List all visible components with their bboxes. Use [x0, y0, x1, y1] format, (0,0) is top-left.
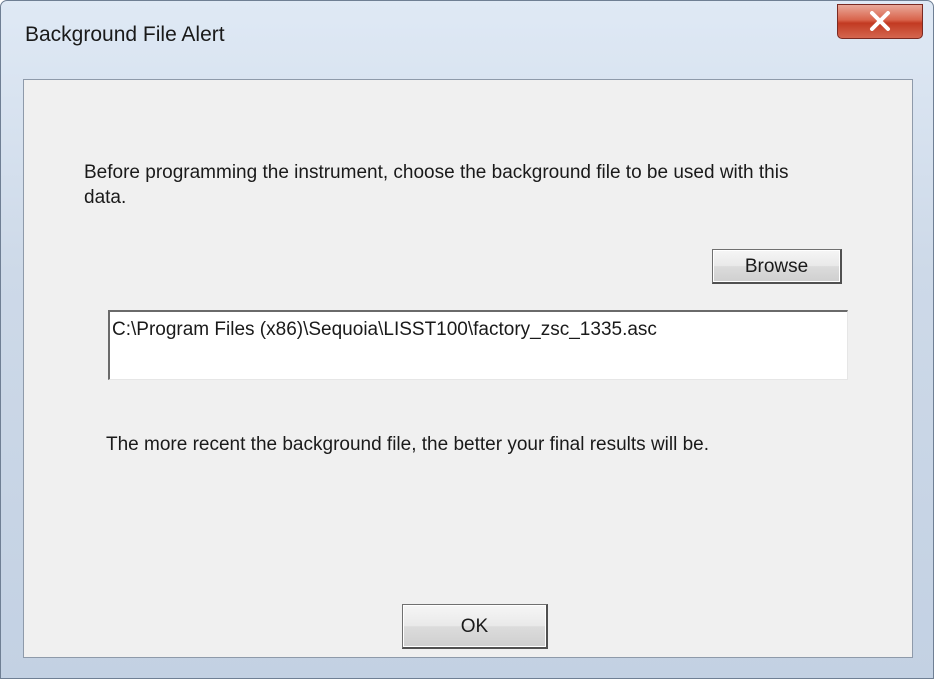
title-bar[interactable]: Background File Alert	[1, 1, 933, 79]
hint-text: The more recent the background file, the…	[106, 434, 710, 455]
dialog-content: Before programming the instrument, choos…	[23, 79, 913, 658]
close-button[interactable]	[837, 4, 923, 39]
window-title: Background File Alert	[25, 23, 225, 46]
browse-button[interactable]: Browse	[712, 249, 842, 284]
close-x-icon	[870, 11, 890, 31]
background-file-path-field[interactable]: C:\Program Files (x86)\Sequoia\LISST100\…	[108, 310, 848, 380]
dialog-window: Background File Alert Before programming…	[0, 0, 934, 679]
instruction-message: Before programming the instrument, choos…	[84, 162, 789, 208]
ok-button[interactable]: OK	[402, 604, 548, 649]
